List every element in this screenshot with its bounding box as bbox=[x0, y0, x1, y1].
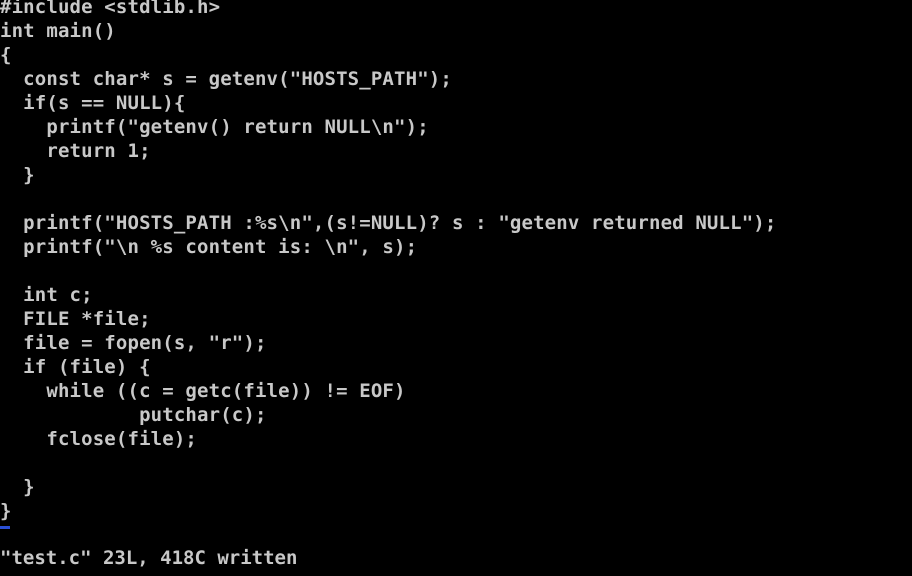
code-line[interactable]: printf("getenv() return NULL\n"); bbox=[0, 115, 429, 139]
code-line[interactable]: { bbox=[0, 43, 12, 67]
code-line[interactable]: int c; bbox=[0, 283, 93, 307]
text-cursor bbox=[0, 526, 10, 529]
code-line[interactable]: FILE *file; bbox=[0, 307, 151, 331]
code-line[interactable]: printf("\n %s content is: \n", s); bbox=[0, 235, 417, 259]
code-line[interactable]: file = fopen(s, "r"); bbox=[0, 331, 267, 355]
code-line[interactable]: return 1; bbox=[0, 139, 151, 163]
code-line[interactable]: } bbox=[0, 163, 35, 187]
code-line[interactable]: printf("HOSTS_PATH :%s\n",(s!=NULL)? s :… bbox=[0, 211, 776, 235]
code-line[interactable]: fclose(file); bbox=[0, 427, 197, 451]
code-line[interactable]: const char* s = getenv("HOSTS_PATH"); bbox=[0, 67, 452, 91]
code-line[interactable]: if(s == NULL){ bbox=[0, 91, 185, 115]
terminal-window[interactable]: #include <stdlib.h> int main() { const c… bbox=[0, 0, 912, 576]
status-message: "test.c" 23L, 418C written bbox=[0, 547, 298, 569]
code-line[interactable]: int main() bbox=[0, 19, 116, 43]
code-line[interactable]: while ((c = getc(file)) != EOF) bbox=[0, 379, 406, 403]
code-line[interactable]: #include <stdlib.h> bbox=[0, 0, 220, 19]
code-line[interactable]: } bbox=[0, 499, 12, 523]
code-line[interactable]: putchar(c); bbox=[0, 403, 267, 427]
code-line[interactable]: } bbox=[0, 475, 35, 499]
code-line[interactable]: if (file) { bbox=[0, 355, 151, 379]
